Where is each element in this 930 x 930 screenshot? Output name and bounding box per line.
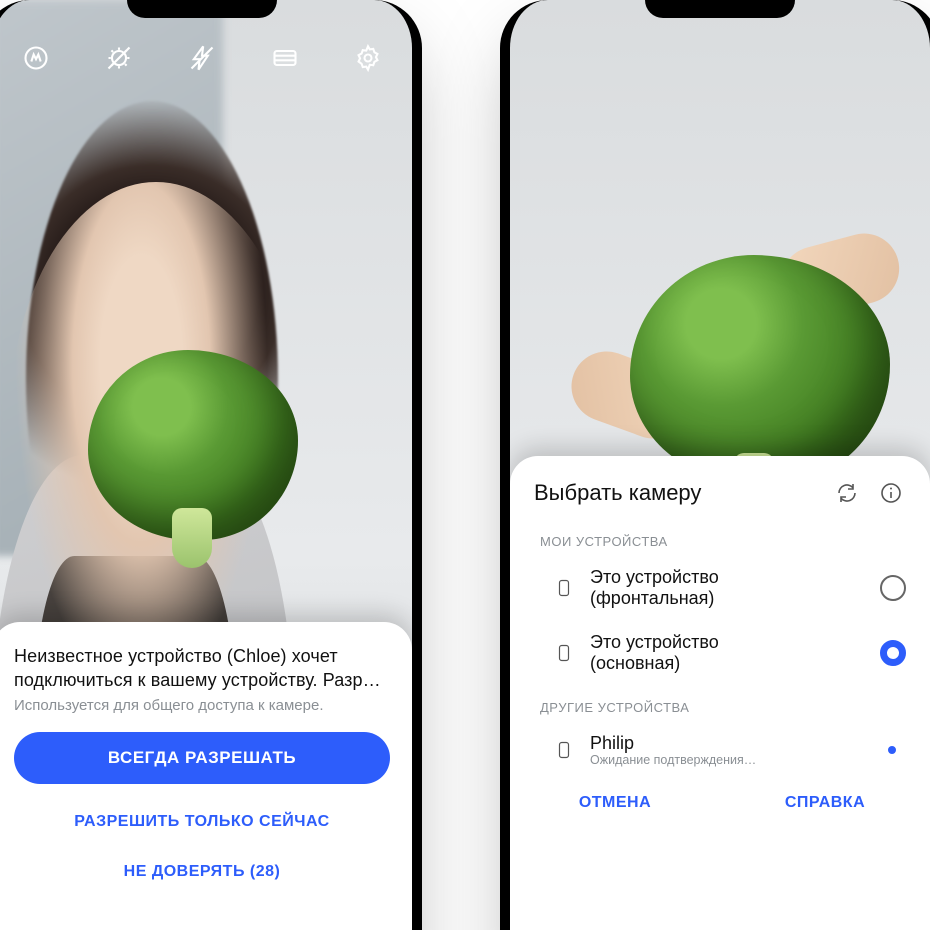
picker-title: Выбрать камеру [534, 480, 818, 506]
phone-mockup-right: Выбрать камеру МОИ УСТРОЙСТВА Это устрой… [500, 0, 930, 930]
cancel-button[interactable]: ОТМЕНА [510, 794, 720, 812]
always-allow-button[interactable]: ВСЕГДА РАЗРЕШАТЬ [14, 732, 390, 784]
device-name: Это устройство [590, 632, 864, 653]
device-row-other[interactable]: Philip Ожидание подтверждения… [510, 721, 930, 780]
camera-top-toolbar [0, 28, 412, 88]
section-other-devices: ДРУГИЕ УСТРОЙСТВА [510, 686, 930, 721]
radio-unselected[interactable] [880, 575, 906, 601]
phone-icon [554, 640, 574, 666]
device-detail: (основная) [590, 653, 864, 674]
section-my-devices: МОИ УСТРОЙСТВА [510, 520, 930, 555]
radio-selected[interactable] [880, 640, 906, 666]
picker-actions: ОТМЕНА СПРАВКА [510, 779, 930, 830]
loading-dot-icon [888, 746, 896, 754]
refresh-icon[interactable] [832, 478, 862, 508]
device-row-this-front[interactable]: Это устройство (фронтальная) [510, 555, 930, 620]
device-name: Philip [590, 733, 872, 754]
settings-gear-icon[interactable] [352, 42, 384, 74]
phone-icon [554, 575, 574, 601]
camera-app-screen: Неизвестное устройство (Chloe) хочет под… [0, 0, 412, 930]
ai-mode-icon[interactable] [20, 42, 52, 74]
anti-flicker-icon[interactable] [103, 42, 135, 74]
device-detail: (фронтальная) [590, 588, 864, 609]
permission-title: Неизвестное устройство (Chloe) хочет под… [14, 644, 390, 693]
aspect-ratio-icon[interactable] [269, 42, 301, 74]
camera-picker-screen: Выбрать камеру МОИ УСТРОЙСТВА Это устрой… [510, 0, 930, 930]
device-name: Это устройство [590, 567, 864, 588]
do-not-trust-button[interactable]: НЕ ДОВЕРЯТЬ (28) [14, 852, 390, 892]
flash-icon[interactable] [186, 42, 218, 74]
phone-mockup-left: Неизвестное устройство (Chloe) хочет под… [0, 0, 422, 930]
camera-picker-bottom-sheet: Выбрать камеру МОИ УСТРОЙСТВА Это устрой… [510, 456, 930, 930]
device-status: Ожидание подтверждения… [590, 753, 872, 767]
permission-bottom-sheet: Неизвестное устройство (Chloe) хочет под… [0, 622, 412, 930]
help-button[interactable]: СПРАВКА [720, 794, 930, 812]
permission-subtitle: Используется для общего доступа к камере… [14, 697, 390, 714]
notch [645, 0, 795, 18]
notch [127, 0, 277, 18]
device-row-this-main[interactable]: Это устройство (основная) [510, 620, 930, 685]
allow-once-button[interactable]: РАЗРЕШИТЬ ТОЛЬКО СЕЙЧАС [14, 802, 390, 842]
info-icon[interactable] [876, 478, 906, 508]
phone-icon [554, 737, 574, 763]
